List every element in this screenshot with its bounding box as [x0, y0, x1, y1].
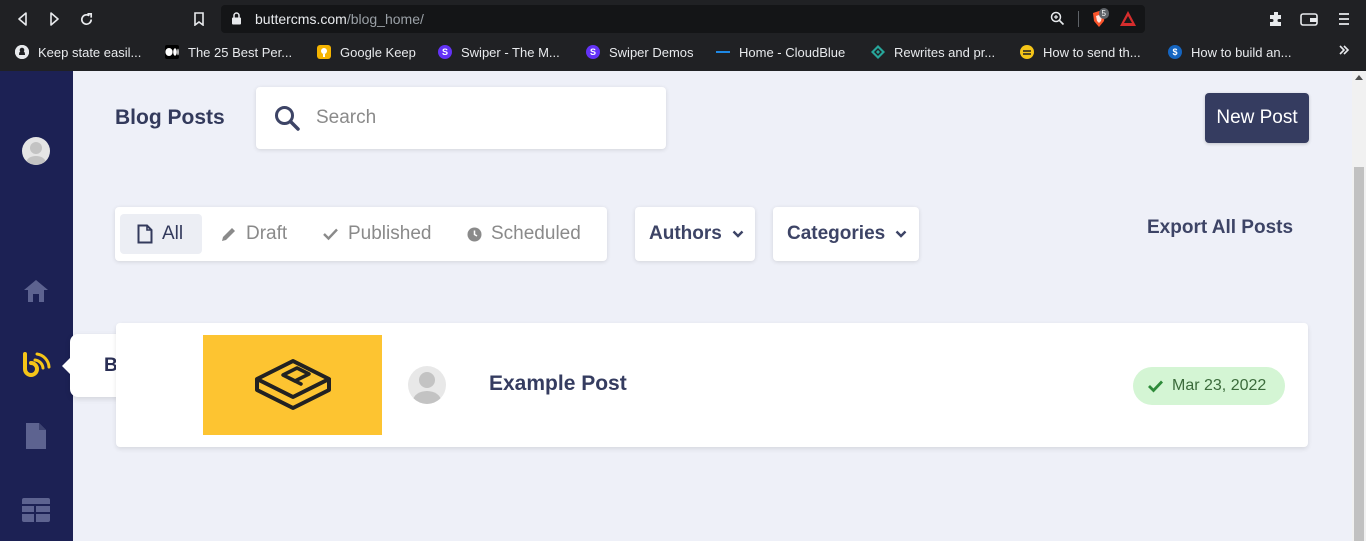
- bookmark-label: Keep state easil...: [38, 44, 142, 60]
- table-icon: [22, 498, 50, 522]
- tab-all[interactable]: All: [120, 214, 202, 254]
- clock-icon: [467, 227, 482, 241]
- tab-draft[interactable]: Draft: [220, 214, 287, 254]
- authors-dropdown[interactable]: Authors: [635, 207, 755, 261]
- bookmark-label: The 25 Best Per...: [188, 44, 293, 60]
- page: Blog posts Blog Posts New Post All Draft…: [0, 71, 1366, 541]
- google-keep-icon: [317, 45, 331, 59]
- back-icon[interactable]: [12, 8, 34, 30]
- rewrites-icon: [871, 45, 885, 59]
- sidebar-item-pages[interactable]: [20, 420, 52, 452]
- brave-rewards-icon[interactable]: [1119, 10, 1137, 32]
- check-icon: [1148, 380, 1164, 393]
- bookmark-item[interactable]: How to send th...: [1020, 43, 1141, 61]
- bookmark-item[interactable]: S Swiper Demos: [586, 43, 694, 61]
- medium-icon: [165, 45, 179, 59]
- bookmark-item[interactable]: Home - CloudBlue: [716, 43, 845, 61]
- tab-published[interactable]: Published: [322, 214, 431, 254]
- bookmark-item[interactable]: Google Keep: [317, 43, 416, 61]
- tab-all-label: All: [162, 223, 184, 244]
- home-icon: [24, 280, 48, 302]
- categories-dropdown-label: Categories: [787, 223, 886, 244]
- author-avatar: [408, 366, 446, 404]
- zoom-icon[interactable]: [1050, 11, 1065, 31]
- url-text: buttercms.com/blog_home/: [255, 11, 424, 27]
- menu-icon[interactable]: [1334, 9, 1354, 29]
- page-title: Blog Posts: [115, 106, 225, 129]
- browser-chrome: buttercms.com/blog_home/ 5 Keep state ea…: [0, 0, 1366, 71]
- chevron-down-icon: [732, 230, 744, 238]
- github-icon: [15, 45, 29, 59]
- categories-dropdown[interactable]: Categories: [773, 207, 919, 261]
- export-all-posts-link[interactable]: Export All Posts: [1147, 217, 1293, 239]
- main-content: Blog Posts New Post All Draft Published: [73, 71, 1352, 541]
- scrollbar[interactable]: [1352, 71, 1366, 541]
- user-avatar-button[interactable]: [20, 135, 52, 167]
- search-icon: [274, 105, 300, 136]
- pencil-icon: [222, 227, 235, 241]
- tab-scheduled-label: Scheduled: [491, 223, 581, 244]
- sidebar-item-blog-posts[interactable]: [20, 350, 52, 382]
- scrollbar-thumb[interactable]: [1354, 167, 1364, 541]
- document-icon: [26, 423, 46, 449]
- bee-icon: [1020, 45, 1034, 59]
- post-thumbnail: [203, 335, 382, 435]
- address-bar[interactable]: buttercms.com/blog_home/ 5: [221, 5, 1145, 33]
- sidebar-item-collections[interactable]: [20, 494, 52, 526]
- forward-icon[interactable]: [43, 8, 65, 30]
- new-post-button[interactable]: New Post: [1205, 93, 1309, 143]
- bookmarks-bar: Keep state easil... The 25 Best Per... G…: [0, 38, 1366, 66]
- authors-dropdown-label: Authors: [649, 223, 722, 244]
- swiper-icon: S: [438, 45, 452, 59]
- post-title[interactable]: Example Post: [489, 372, 627, 396]
- search-box: [256, 87, 666, 149]
- wallet-icon[interactable]: [1299, 9, 1319, 29]
- status-badge: Mar 23, 2022: [1133, 367, 1285, 405]
- url-separator: [1078, 11, 1079, 27]
- bookmark-item[interactable]: S Swiper - The M...: [438, 43, 560, 61]
- reload-icon[interactable]: [75, 8, 97, 30]
- post-row[interactable]: Example Post Mar 23, 2022: [116, 323, 1308, 447]
- file-icon: [137, 224, 153, 244]
- sidebar-item-home[interactable]: [20, 275, 52, 307]
- scroll-up-icon[interactable]: [1355, 75, 1363, 80]
- lock-icon: [231, 12, 242, 30]
- bookmark-label: How to send th...: [1043, 44, 1141, 60]
- bookmarks-overflow-icon[interactable]: [1338, 43, 1350, 59]
- url-path: /blog_home/: [346, 11, 424, 27]
- bookmark-item[interactable]: $ How to build an...: [1168, 43, 1291, 61]
- blog-icon: [23, 352, 51, 377]
- chevron-down-icon: [895, 230, 907, 238]
- bookmark-label: Swiper Demos: [609, 44, 694, 60]
- bookmark-label: Google Keep: [340, 44, 416, 60]
- tab-draft-label: Draft: [246, 223, 288, 244]
- bookmark-item[interactable]: Rewrites and pr...: [871, 43, 995, 61]
- cloudblue-icon: [716, 45, 730, 59]
- tab-published-label: Published: [348, 223, 432, 244]
- bookmark-label: Home - CloudBlue: [739, 44, 846, 60]
- butter-logo-icon: [254, 359, 331, 410]
- check-icon: [323, 228, 338, 241]
- blue-s-icon: $: [1168, 45, 1182, 59]
- search-input[interactable]: [316, 101, 646, 135]
- bookmark-item[interactable]: Keep state easil...: [15, 43, 141, 61]
- avatar: [22, 137, 50, 165]
- bookmark-item[interactable]: The 25 Best Per...: [165, 43, 292, 61]
- shield-count-badge: 5: [1098, 8, 1109, 19]
- status-filter-tabs: All Draft Published Scheduled: [115, 207, 607, 261]
- extensions-icon[interactable]: [1266, 9, 1286, 29]
- sidebar: [0, 71, 73, 541]
- url-domain: buttercms.com: [255, 11, 347, 27]
- bookmark-icon[interactable]: [188, 8, 210, 30]
- bookmark-label: Swiper - The M...: [461, 44, 560, 60]
- bookmark-label: How to build an...: [1191, 44, 1292, 60]
- bookmark-label: Rewrites and pr...: [894, 44, 996, 60]
- tab-scheduled[interactable]: Scheduled: [467, 214, 581, 254]
- post-date: Mar 23, 2022: [1172, 377, 1267, 394]
- browser-toolbar: buttercms.com/blog_home/ 5: [0, 0, 1366, 38]
- swiper-icon: S: [586, 45, 600, 59]
